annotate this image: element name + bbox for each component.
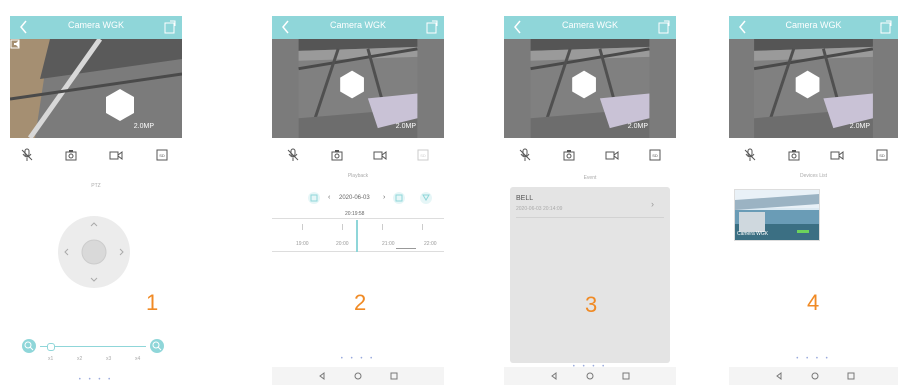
chevron-right-icon: › <box>651 199 654 209</box>
prev-date-button[interactable]: ‹ <box>328 194 330 201</box>
snapshot-icon[interactable] <box>64 148 78 162</box>
zoom-level: x1 <box>48 356 54 362</box>
top-bar: Camera WGK <box>10 16 182 39</box>
sd-card-icon[interactable] <box>155 148 169 162</box>
next-date-button[interactable]: › <box>383 194 385 201</box>
mic-icon[interactable] <box>743 148 757 162</box>
video-feed[interactable]: 2.0MP <box>10 39 182 138</box>
date-label: 2020-06-03 <box>339 195 370 201</box>
page-title: Camera WGK <box>785 20 842 30</box>
filter-icon[interactable] <box>420 192 432 204</box>
share-icon[interactable] <box>658 20 670 34</box>
video-feed[interactable]: 2.0MP <box>729 39 898 138</box>
step-number: 3 <box>585 292 598 317</box>
playback-timeline[interactable]: 19:00 20:00 21:00 22:00 <box>272 216 444 256</box>
resolution-label[interactable]: 2.0MP <box>628 123 648 130</box>
control-toolbar <box>729 148 898 164</box>
top-bar: Camera WGK <box>272 16 444 39</box>
android-nav-bar <box>729 367 898 385</box>
timeline-tick-label: 22:00 <box>424 241 437 247</box>
control-toolbar <box>10 148 182 164</box>
nav-recents-icon[interactable] <box>390 372 398 380</box>
sd-card-icon[interactable] <box>648 148 662 162</box>
ptz-joystick[interactable] <box>56 214 132 290</box>
sd-card-icon[interactable] <box>875 148 889 162</box>
event-list: BELL 2020-06-03 20:14:09 › 3 <box>510 187 670 363</box>
event-timestamp: 2020-06-03 20:14:09 <box>516 206 563 212</box>
nav-back-icon[interactable] <box>318 372 326 380</box>
page-indicator: • • • • <box>78 377 114 383</box>
section-label: Devices List <box>800 173 827 179</box>
record-icon[interactable] <box>373 148 387 162</box>
screen-event: Camera WGK 2.0MP Event BELL 2020-06-03 2… <box>504 0 676 385</box>
speaker-icon[interactable] <box>13 39 23 49</box>
resolution-label[interactable]: 2.0MP <box>850 123 870 130</box>
step-number: 4 <box>807 290 820 315</box>
section-label: Playback <box>347 173 369 179</box>
nav-recents-icon[interactable] <box>847 372 855 380</box>
zoom-level: x3 <box>106 356 112 362</box>
nav-home-icon[interactable] <box>354 372 362 380</box>
zoom-slider[interactable] <box>40 346 146 347</box>
record-icon[interactable] <box>830 148 844 162</box>
nav-home-icon[interactable] <box>811 372 819 380</box>
zoom-level: x4 <box>135 356 141 362</box>
mic-icon[interactable] <box>518 148 532 162</box>
snapshot-icon[interactable] <box>562 148 576 162</box>
page-title: Camera WGK <box>329 20 386 30</box>
section-label: PTZ <box>91 183 101 189</box>
film-icon[interactable] <box>393 192 405 204</box>
step-number: 2 <box>354 290 367 315</box>
timeline-tick-label: 20:00 <box>336 241 349 247</box>
page-indicator: • • • • <box>340 356 376 362</box>
sd-card-icon[interactable] <box>416 148 430 162</box>
share-icon[interactable] <box>880 20 892 34</box>
page-title: Camera WGK <box>561 20 618 30</box>
record-icon[interactable] <box>605 148 619 162</box>
screen-playback: Camera WGK 2.0MP Playback ‹ 2020-06-03 ›… <box>272 0 444 385</box>
screen-ptz: Camera WGK 2.0MP PTZ 1 x1 x2 x3 x4 • • •… <box>10 0 182 385</box>
share-icon[interactable] <box>164 20 176 34</box>
resolution-label[interactable]: 2.0MP <box>134 123 154 130</box>
nav-home-icon[interactable] <box>586 372 594 380</box>
resolution-label[interactable]: 2.0MP <box>396 123 416 130</box>
record-icon[interactable] <box>109 148 123 162</box>
control-toolbar <box>272 148 444 164</box>
device-name: Camera WGK <box>737 231 769 237</box>
zoom-out-icon[interactable] <box>22 339 36 353</box>
calendar-icon[interactable] <box>308 192 320 204</box>
mic-icon[interactable] <box>20 148 34 162</box>
video-feed[interactable]: 2.0MP <box>272 39 444 138</box>
zoom-slider-handle[interactable] <box>47 343 55 351</box>
timeline-tick-label: 19:00 <box>296 241 309 247</box>
nav-back-icon[interactable] <box>775 372 783 380</box>
android-nav-bar <box>272 367 444 385</box>
nav-recents-icon[interactable] <box>622 372 630 380</box>
timeline-tick-label: 21:00 <box>382 241 395 247</box>
snapshot-icon[interactable] <box>330 148 344 162</box>
event-name: BELL <box>516 195 534 202</box>
top-bar: Camera WGK <box>504 16 676 39</box>
device-card[interactable]: Camera WGK <box>734 189 820 241</box>
video-feed[interactable]: 2.0MP <box>504 39 676 138</box>
zoom-in-icon[interactable] <box>150 339 164 353</box>
share-icon[interactable] <box>426 20 438 34</box>
step-number: 1 <box>146 290 159 315</box>
timeline-cursor[interactable] <box>356 220 358 252</box>
top-bar: Camera WGK <box>729 16 898 39</box>
event-item[interactable]: BELL 2020-06-03 20:14:09 › <box>510 187 670 219</box>
control-toolbar <box>504 148 676 164</box>
section-label: Event <box>583 175 597 181</box>
mic-icon[interactable] <box>286 148 300 162</box>
android-nav-bar <box>504 367 676 385</box>
screen-devices: Camera WGK 2.0MP Devices List Camera WGK… <box>729 0 898 385</box>
snapshot-icon[interactable] <box>787 148 801 162</box>
page-indicator: • • • • <box>796 356 831 362</box>
zoom-level: x2 <box>77 356 83 362</box>
nav-back-icon[interactable] <box>550 372 558 380</box>
page-title: Camera WGK <box>67 20 124 30</box>
